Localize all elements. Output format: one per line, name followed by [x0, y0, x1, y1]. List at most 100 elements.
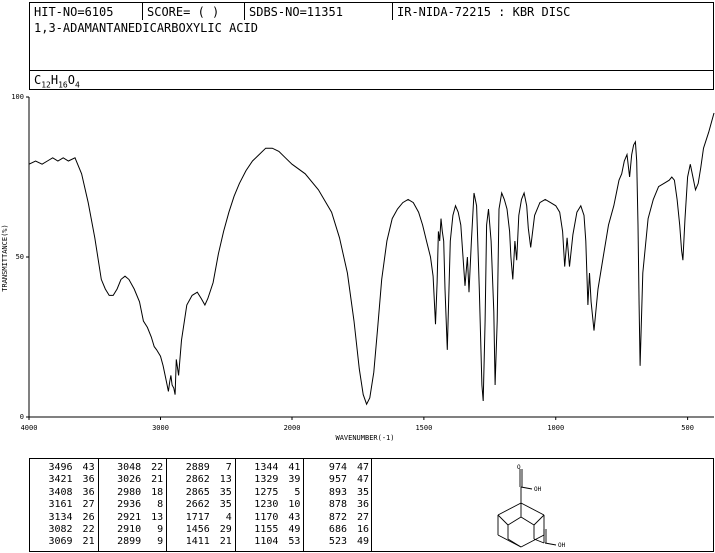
y-axis-label: TRANSMITTANCE(%): [1, 224, 9, 291]
peak-row: 1456 29: [167, 524, 236, 536]
hydroxyl-label-top: OH: [534, 486, 542, 493]
carbonyl-oxygen-label: O: [517, 464, 521, 471]
peak-wavenumber: 3048: [117, 462, 142, 473]
bond-line: [520, 502, 545, 516]
peak-transmittance: 36: [356, 499, 369, 511]
peak-transmittance: 5: [294, 486, 301, 498]
peak-row: 872 27: [304, 512, 373, 524]
peak-wavenumber: 3421: [48, 474, 73, 486]
peak-row: 1155 49: [236, 524, 305, 536]
peak-row: 974 47: [304, 462, 373, 474]
peak-wavenumber: 2862: [185, 474, 210, 486]
peak-transmittance: 16: [356, 524, 369, 535]
peak-transmittance: 9: [157, 524, 164, 535]
bond-line: [520, 516, 535, 526]
peak-row: 523 49: [304, 536, 373, 548]
y-tick-label: 0: [20, 413, 24, 421]
peak-transmittance: 22: [151, 462, 164, 473]
peak-wavenumber: 1329: [254, 474, 279, 486]
peak-wavenumber: 1230: [254, 499, 279, 511]
peak-wavenumber: 2980: [117, 486, 142, 498]
peak-column: 3048 22 3026 21 2980 18 2936 8 2921 13 2910 9 2899 9: [99, 459, 168, 551]
x-tick-label: 1500: [415, 424, 432, 432]
peak-wavenumber: 974: [328, 462, 347, 473]
peak-column: 1344 41 1329 39 1275 5 1230 10 1170 43 1155 49 1104 5…: [236, 459, 305, 551]
peak-transmittance: 26: [82, 511, 95, 523]
bond-line: [533, 514, 545, 526]
structure-box: O OH OH: [371, 458, 714, 552]
peak-wavenumber: 3134: [48, 511, 73, 523]
peak-transmittance: 22: [82, 524, 95, 535]
peak-transmittance: 39: [288, 474, 301, 486]
peak-wavenumber: 2865: [185, 486, 210, 498]
peak-wavenumber: 523: [328, 536, 347, 548]
peak-transmittance: 36: [82, 474, 95, 486]
peak-transmittance: 35: [356, 486, 369, 498]
x-axis-label: WAVENUMBER(-1): [335, 434, 394, 442]
bond-line: [533, 538, 545, 544]
peak-row: 3134 26: [30, 512, 99, 524]
peak-wavenumber: 1155: [254, 524, 279, 535]
peak-transmittance: 7: [225, 462, 232, 473]
peak-wavenumber: 1411: [185, 536, 210, 548]
peak-wavenumber: 1104: [254, 536, 279, 548]
bond-line: [507, 538, 522, 548]
peak-wavenumber: 1170: [254, 511, 279, 523]
peak-row: 3161 27: [30, 499, 99, 511]
adamantane-structure-drawing: O OH OH: [497, 464, 566, 549]
peak-transmittance: 21: [151, 474, 164, 486]
peak-transmittance: 18: [151, 486, 164, 498]
peak-wavenumber: 3496: [48, 462, 73, 473]
peak-transmittance: 43: [288, 511, 301, 523]
peak-row: 2899 9: [99, 536, 168, 548]
peak-transmittance: 4: [225, 511, 232, 523]
peak-transmittance: 35: [219, 499, 232, 511]
hydroxyl-label-bottom: OH: [558, 542, 566, 549]
peak-row: 3421 36: [30, 474, 99, 486]
peak-wavenumber: 872: [328, 511, 347, 523]
peak-row: 1329 39: [236, 474, 305, 486]
peak-column: 974 47 957 47 893 35 878 36 872 27 686 16 523 49: [304, 459, 373, 551]
peak-wavenumber: 3069: [48, 536, 73, 548]
peak-column: 2889 7 2862 13 2865 35 2662 35 1717 4 1456 29 1411 21: [167, 459, 236, 551]
peak-transmittance: 10: [288, 499, 301, 511]
peak-row: 1170 43: [236, 512, 305, 524]
peak-row: 3082 22: [30, 524, 99, 536]
peak-transmittance: 47: [356, 474, 369, 486]
y-tick-label: 100: [11, 93, 24, 101]
peak-wavenumber: 3082: [48, 524, 73, 535]
peak-wavenumber: 878: [328, 499, 347, 511]
bond-line: [520, 486, 533, 490]
bond-line: [497, 514, 509, 526]
peak-row: 1344 41: [236, 462, 305, 474]
peak-wavenumber: 3408: [48, 486, 73, 498]
peak-transmittance: 27: [82, 499, 95, 511]
peak-row: 1230 10: [236, 499, 305, 511]
x-tick-label: 1000: [547, 424, 564, 432]
peak-transmittance: 13: [151, 511, 164, 523]
x-tick-label: 3000: [152, 424, 169, 432]
peak-transmittance: 21: [82, 536, 95, 548]
peak-wavenumber: 2921: [117, 511, 142, 523]
peak-table: 3496 43 3421 36 3408 36 3161 27 3134 26 3082 22 3069…: [29, 458, 373, 552]
peak-row: 1411 21: [167, 536, 236, 548]
peak-wavenumber: 686: [328, 524, 347, 535]
peak-wavenumber: 2889: [185, 462, 210, 473]
peak-transmittance: 8: [157, 499, 164, 511]
bond-line: [497, 502, 522, 516]
peak-wavenumber: 2899: [117, 536, 142, 548]
chart-axes: [28, 97, 714, 418]
chart-ticks: 0 50 100 4000 3000 2000 1500 1000 500: [11, 93, 694, 432]
peak-row: 3069 21: [30, 536, 99, 548]
peak-row: 878 36: [304, 499, 373, 511]
spectrum-series-line: [28, 112, 715, 406]
peak-transmittance: 41: [288, 462, 301, 473]
peak-row: 2936 8: [99, 499, 168, 511]
peak-transmittance: 49: [356, 536, 369, 548]
peak-transmittance: 49: [288, 524, 301, 535]
peak-transmittance: 9: [157, 536, 164, 548]
peak-wavenumber: 957: [328, 474, 347, 486]
peak-row: 3048 22: [99, 462, 168, 474]
bond-line: [507, 516, 522, 526]
peak-transmittance: 43: [82, 462, 95, 473]
